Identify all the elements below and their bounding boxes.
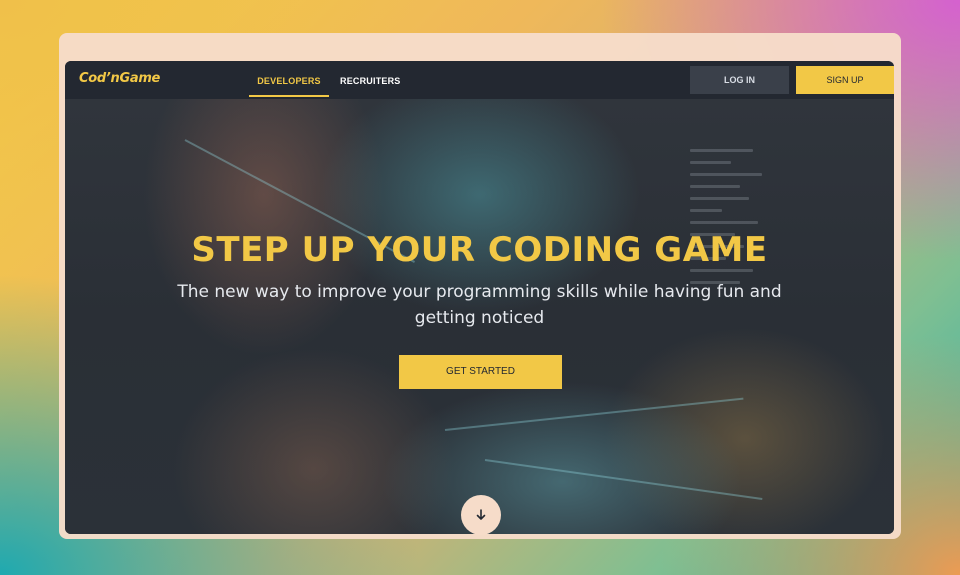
login-button[interactable]: LOG IN xyxy=(690,66,789,94)
arrow-down-icon xyxy=(476,509,486,520)
signup-button[interactable]: SIGN UP xyxy=(796,66,894,94)
tab-developers-label: DEVELOPERS xyxy=(257,76,321,86)
hero-headline: STEP UP YOUR CODING GAME xyxy=(191,230,768,270)
tab-recruiters[interactable]: RECRUITERS xyxy=(340,61,401,99)
active-tab-indicator xyxy=(249,95,329,97)
codingame-logo[interactable]: Cod’nGame xyxy=(79,71,160,86)
scroll-down-button[interactable] xyxy=(461,495,501,535)
tab-recruiters-label: RECRUITERS xyxy=(340,76,401,86)
tab-developers[interactable]: DEVELOPERS xyxy=(249,61,329,99)
hero-subtitle: The new way to improve your programming … xyxy=(177,282,782,328)
get-started-button[interactable]: GET STARTED xyxy=(399,355,562,389)
browser-screen: Cod’nGame DEVELOPERS RECRUITERS LOG IN S… xyxy=(65,61,894,534)
top-navbar: Cod’nGame DEVELOPERS RECRUITERS LOG IN S… xyxy=(65,61,894,99)
